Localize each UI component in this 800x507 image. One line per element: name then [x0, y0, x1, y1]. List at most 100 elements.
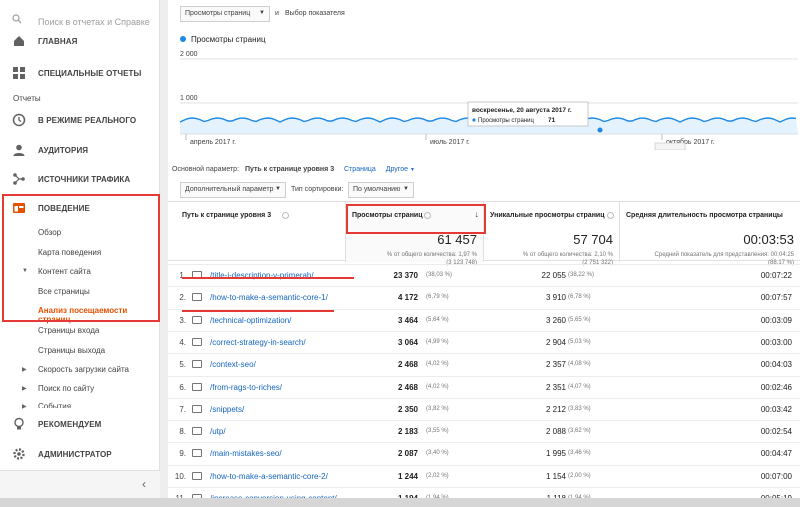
- pageviews-value: 2 350: [397, 404, 418, 414]
- y-tick-label: 1 000: [180, 95, 198, 102]
- avg-time-value: 00:03:00: [760, 337, 792, 347]
- folder-icon: [192, 337, 202, 346]
- reports-section-label: Отчеты: [13, 94, 41, 103]
- and-label: и: [275, 10, 279, 17]
- primary-dimension-label: Основной параметр:: [172, 166, 240, 173]
- pageviews-value: 2 468: [397, 360, 418, 370]
- pageviews-percent: (6,79 %): [426, 294, 449, 301]
- legend-label: Просмотры страниц: [191, 35, 266, 44]
- pageviews-percent: (4,02 %): [426, 361, 449, 368]
- unique-pageviews-value: 3 260: [545, 315, 566, 325]
- underline-mark: [182, 310, 334, 312]
- table-row[interactable]: 1./title-i-description-v-primerah/23 370…: [168, 264, 800, 285]
- page-path-link[interactable]: /from-rags-to-riches/: [210, 383, 282, 392]
- row-number: 10.: [174, 471, 186, 481]
- pageviews-percent: (38,03 %): [426, 272, 453, 278]
- tooltip-value: 71: [548, 117, 556, 124]
- pageviews-value: 23 370: [393, 271, 418, 280]
- table-row[interactable]: 2. /how-to-make-a-semantic-core-1/4 172 (6…: [168, 286, 800, 307]
- sort-type-select[interactable]: По умолчанию ▼: [348, 182, 414, 198]
- page-path-link[interactable]: /main-mistakes-seo/: [210, 449, 282, 458]
- avg-time-value: 00:03:09: [760, 315, 792, 325]
- sidebar-item-audience[interactable]: АУДИТОРИЯ: [0, 135, 160, 165]
- caret-right-icon: ▶: [22, 386, 27, 392]
- search-icon: [12, 14, 22, 24]
- home-icon: [14, 36, 24, 46]
- help-icon: [607, 212, 614, 219]
- page-path-link[interactable]: /utp/: [210, 427, 226, 436]
- folder-icon: [192, 427, 202, 436]
- folder-icon: [192, 293, 202, 302]
- pageviews-value: 1 244: [397, 471, 418, 481]
- sidebar-item-exit-pages[interactable]: Страницы выхода: [38, 346, 105, 355]
- secondary-dimension-select[interactable]: Дополнительный параметр ▼: [180, 182, 286, 198]
- sidebar-item-custom-reports[interactable]: СПЕЦИАЛЬНЫЕ ОТЧЕТЫ: [0, 58, 160, 88]
- x-tick-label: июль 2017 г.: [430, 139, 470, 146]
- folder-icon: [192, 471, 202, 480]
- column-title: Уникальные просмотры страниц: [490, 212, 605, 219]
- unique-pageviews-value: 1 995: [545, 449, 566, 459]
- avg-time-value: 00:07:57: [760, 293, 792, 303]
- total-unique: 57 704: [573, 232, 613, 247]
- page-path-link[interactable]: /snippets/: [210, 405, 244, 414]
- page-path-link[interactable]: /correct-strategy-in-search/: [210, 338, 306, 347]
- pageviews-value: 3 464: [397, 315, 418, 325]
- column-header-unique[interactable]: Уникальные просмотры страниц 57 704 % от…: [484, 202, 620, 266]
- underline-mark: [182, 277, 354, 279]
- column-header-path[interactable]: Путь к странице уровня 3: [168, 202, 346, 262]
- sidebar-item-landing-pages[interactable]: Страницы входа: [38, 326, 99, 335]
- sidebar-item-site-search[interactable]: Поиск по сайту: [38, 384, 94, 393]
- table-row[interactable]: 7. /snippets/2 350 (3,82 %) 2 212 (3,83 %) 00…: [168, 397, 800, 419]
- table-row[interactable]: 6. /from-rags-to-riches/2 468 (4,02 %) 2 35…: [168, 375, 800, 397]
- table-row[interactable]: 9. /main-mistakes-seo/2 087 (3,40 %) 1 995(…: [168, 442, 800, 463]
- pageviews-percent: (3,55 %): [426, 428, 449, 435]
- collapse-sidebar-button[interactable]: ‹: [0, 470, 160, 498]
- unique-pageviews-percent: (3,83 %): [568, 405, 591, 412]
- lightbulb-icon: [14, 417, 24, 430]
- table-row[interactable]: 4. /correct-strategy-in-search/3 064 (4,99…: [168, 330, 800, 352]
- page-path-link[interactable]: /context-seo/: [210, 360, 256, 369]
- avg-time-value: 00:04:03: [760, 360, 792, 370]
- table-row[interactable]: 5. /context-seo/2 468 (4,02 %) 2 357 (4,08 %…: [168, 353, 800, 374]
- unique-pageviews-value: 22 055: [541, 271, 566, 280]
- unique-pageviews-percent: (4,07 %): [568, 383, 591, 390]
- metric-select[interactable]: Просмотры страниц ▼: [180, 6, 270, 22]
- table-row[interactable]: 10. /how-to-make-a-semantic-core-2/1 244 (…: [168, 464, 800, 486]
- table-row[interactable]: 8. /utp/2 183 (3,55 %) 2 088 (3,62 %) 00:02:5…: [168, 420, 800, 441]
- page-path-link[interactable]: /technical-optimization/: [210, 316, 291, 325]
- page-path-link[interactable]: /how-to-make-a-semantic-core-2/: [210, 472, 328, 481]
- tooltip-date: воскресенье, 20 августа 2017 г.: [472, 107, 572, 114]
- sidebar-item-admin[interactable]: АДМИНИСТРАТОР: [0, 439, 160, 469]
- bottom-scrollbar[interactable]: [0, 498, 800, 507]
- row-number: 8.: [179, 427, 186, 437]
- sidebar-item-recommend[interactable]: РЕКОМЕНДУЕМ: [0, 409, 160, 439]
- tooltip-metric: Просмотры страниц: [478, 118, 534, 124]
- row-number: 5.: [179, 360, 186, 370]
- pageviews-chart[interactable]: 2 0001 000апрель 2017 г. июль 2017 г. октя…: [168, 46, 800, 150]
- column-title: Путь к странице уровня 3: [182, 212, 272, 219]
- sidebar-item-realtime[interactable]: В РЕЖИМЕ РЕАЛЬНОГО: [0, 105, 160, 135]
- chevron-left-icon: ‹: [142, 477, 146, 491]
- caret-right-icon: ▶: [22, 367, 27, 373]
- chart-card: Просмотры страниц ▼ и Выбор показателя П…: [168, 0, 800, 160]
- sidebar-item-events[interactable]: События: [38, 402, 71, 408]
- dropdown-arrow-icon: ▼: [403, 186, 409, 192]
- page-path-link[interactable]: /how-to-make-a-semantic-core-1/: [210, 293, 328, 302]
- y-tick-label: 2 000: [180, 51, 198, 58]
- sidebar-item-acquisition[interactable]: ИСТОЧНИКИ ТРАФИКА: [0, 164, 160, 194]
- pageviews-value: 2 468: [397, 382, 418, 392]
- pick-metric-link[interactable]: Выбор показателя: [285, 10, 345, 17]
- unique-pageviews-percent: (5,03 %): [568, 338, 591, 345]
- dimension-other-link[interactable]: Другое: [386, 166, 408, 173]
- sidebar-item-home[interactable]: ГЛАВНАЯ: [0, 30, 160, 50]
- search-placeholder: Поиск в отчетах и Справке: [38, 17, 150, 27]
- dimension-page-link[interactable]: Страница: [344, 166, 376, 173]
- help-icon: [282, 212, 289, 219]
- sidebar-item-site-speed[interactable]: Скорость загрузки сайта: [38, 365, 129, 374]
- column-header-avg-time[interactable]: Средняя длительность просмотра страницы …: [620, 202, 800, 266]
- pageviews-percent: (5,64 %): [426, 316, 449, 323]
- unique-pageviews-percent: (2,00 %): [568, 472, 591, 479]
- avg-time-value: 00:03:42: [760, 404, 792, 414]
- avg-time-value: 00:02:54: [760, 427, 792, 437]
- unique-pageviews-percent: (5,65 %): [568, 316, 591, 323]
